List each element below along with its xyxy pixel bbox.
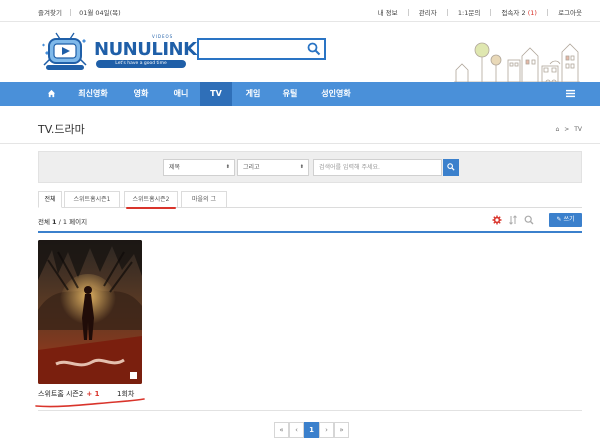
visitors-link[interactable]: 접속자 2 (1) <box>501 9 536 17</box>
header-search <box>197 38 326 60</box>
search-field-select[interactable]: 제목 ⬍ <box>163 159 235 176</box>
breadcrumb-current: TV <box>574 126 582 133</box>
divider <box>0 143 600 144</box>
page-count: 전체 1 / 1 페이지 <box>38 218 88 226</box>
nav-games[interactable]: 게임 <box>236 82 270 106</box>
page-next[interactable]: › <box>319 422 334 438</box>
pencil-icon: ✎ <box>556 216 562 223</box>
inquiry-link[interactable]: 1:1문의 <box>458 9 480 17</box>
total-label: 전체 <box>38 218 50 226</box>
current-page-num: 1 <box>52 218 57 226</box>
breadcrumb-separator: > <box>564 126 570 133</box>
write-button[interactable]: ✎ 쓰기 <box>549 213 582 227</box>
nav-anime[interactable]: 애니 <box>164 82 198 106</box>
search-operator-select[interactable]: 그리고 ⬍ <box>237 159 309 176</box>
search-icon[interactable] <box>524 215 534 225</box>
search-icon[interactable] <box>307 42 321 56</box>
search-operator-value: 그리고 <box>243 164 260 171</box>
home-icon <box>47 89 55 98</box>
annotation-underline <box>126 207 176 209</box>
logout-link[interactable]: 로그아웃 <box>558 9 582 17</box>
board-search-panel: 제목 ⬍ 그리고 ⬍ 검색어를 입력해 주세요. <box>38 151 582 183</box>
tab-sweet-home-season1[interactable]: 스위트홈시즌1 <box>64 191 120 208</box>
search-field-value: 제목 <box>169 164 181 171</box>
nav-tv[interactable]: TV <box>200 82 232 106</box>
tab-sweet-home-season2[interactable]: 스위트홈시즌2 <box>124 191 178 208</box>
keyword-search-button[interactable] <box>443 159 459 176</box>
gear-icon[interactable] <box>492 215 502 225</box>
main-nav: 최신영화 영화 애니 TV 게임 유틸 성인영화 <box>0 82 600 106</box>
page-prev[interactable]: ‹ <box>289 422 304 438</box>
nav-movies[interactable]: 영화 <box>124 82 158 106</box>
town-illustration <box>454 42 580 84</box>
select-arrow-icon: ⬍ <box>299 164 304 170</box>
header-search-input[interactable] <box>199 40 299 58</box>
site-header: VIDEOS NUNULINK Let's have a good time <box>0 22 600 84</box>
keyword-input[interactable]: 검색어를 입력해 주세요. <box>313 159 442 176</box>
search-icon <box>447 163 455 171</box>
divider <box>446 9 448 16</box>
page-suffix: 페이지 <box>69 218 88 226</box>
sort-icon[interactable] <box>508 215 518 225</box>
site-logo[interactable]: VIDEOS NUNULINK Let's have a good time <box>40 29 197 75</box>
nav-latest-movies[interactable]: 최신영화 <box>68 82 118 106</box>
divider <box>38 231 582 233</box>
logo-brand-text: NUNULINK <box>94 39 197 60</box>
divider <box>70 9 71 16</box>
topbar-right: 내 정보 관리자 1:1문의 접속자 2 (1) 로그아웃 <box>378 7 582 17</box>
breadcrumb-home-icon[interactable]: ⌂ <box>556 126 560 133</box>
select-arrow-icon: ⬍ <box>225 164 230 170</box>
today-date: 01월 04일(목) <box>79 9 121 17</box>
nav-menu[interactable] <box>562 82 578 106</box>
divider <box>38 410 582 411</box>
poster-thumbnail <box>38 240 142 384</box>
hamburger-menu-icon <box>565 89 575 98</box>
tab-village[interactable]: 마을의 그 <box>181 191 227 208</box>
page-first[interactable]: « <box>274 422 289 438</box>
list-tools: ✎ 쓰기 <box>492 213 582 227</box>
page-last[interactable]: » <box>334 422 349 438</box>
admin-link[interactable]: 관리자 <box>419 9 437 17</box>
divider <box>407 9 409 16</box>
total-pages-num: 1 <box>62 218 68 226</box>
my-info-link[interactable]: 내 정보 <box>378 9 398 17</box>
page-title: TV.드라마 <box>38 123 85 136</box>
top-utility-bar: 즐겨찾기 01월 04일(목) 내 정보 관리자 1:1문의 접속자 2 (1)… <box>0 0 600 22</box>
visitors-label: 접속자 <box>501 9 520 17</box>
tv-logo-icon <box>42 32 87 70</box>
write-label: 쓰기 <box>563 216 575 223</box>
page-current[interactable]: 1 <box>304 422 319 438</box>
nav-home[interactable] <box>40 82 62 106</box>
topbar-left: 즐겨찾기 01월 04일(목) <box>38 7 121 17</box>
list-item[interactable] <box>38 240 142 384</box>
annotation-underline <box>35 398 145 408</box>
divider <box>490 9 492 16</box>
visitors-extra: (1) <box>527 9 537 17</box>
logo-slogan: Let's have a good time <box>96 60 186 68</box>
visitors-count: 2 <box>521 9 526 17</box>
breadcrumb: ⌂ > TV <box>556 126 582 133</box>
tab-all[interactable]: 전체 <box>38 191 62 208</box>
nav-utilities[interactable]: 유틸 <box>274 82 306 106</box>
nav-adult-movies[interactable]: 성인영화 <box>310 82 362 106</box>
divider <box>547 9 548 16</box>
favorites-link[interactable]: 즐겨찾기 <box>38 9 62 17</box>
